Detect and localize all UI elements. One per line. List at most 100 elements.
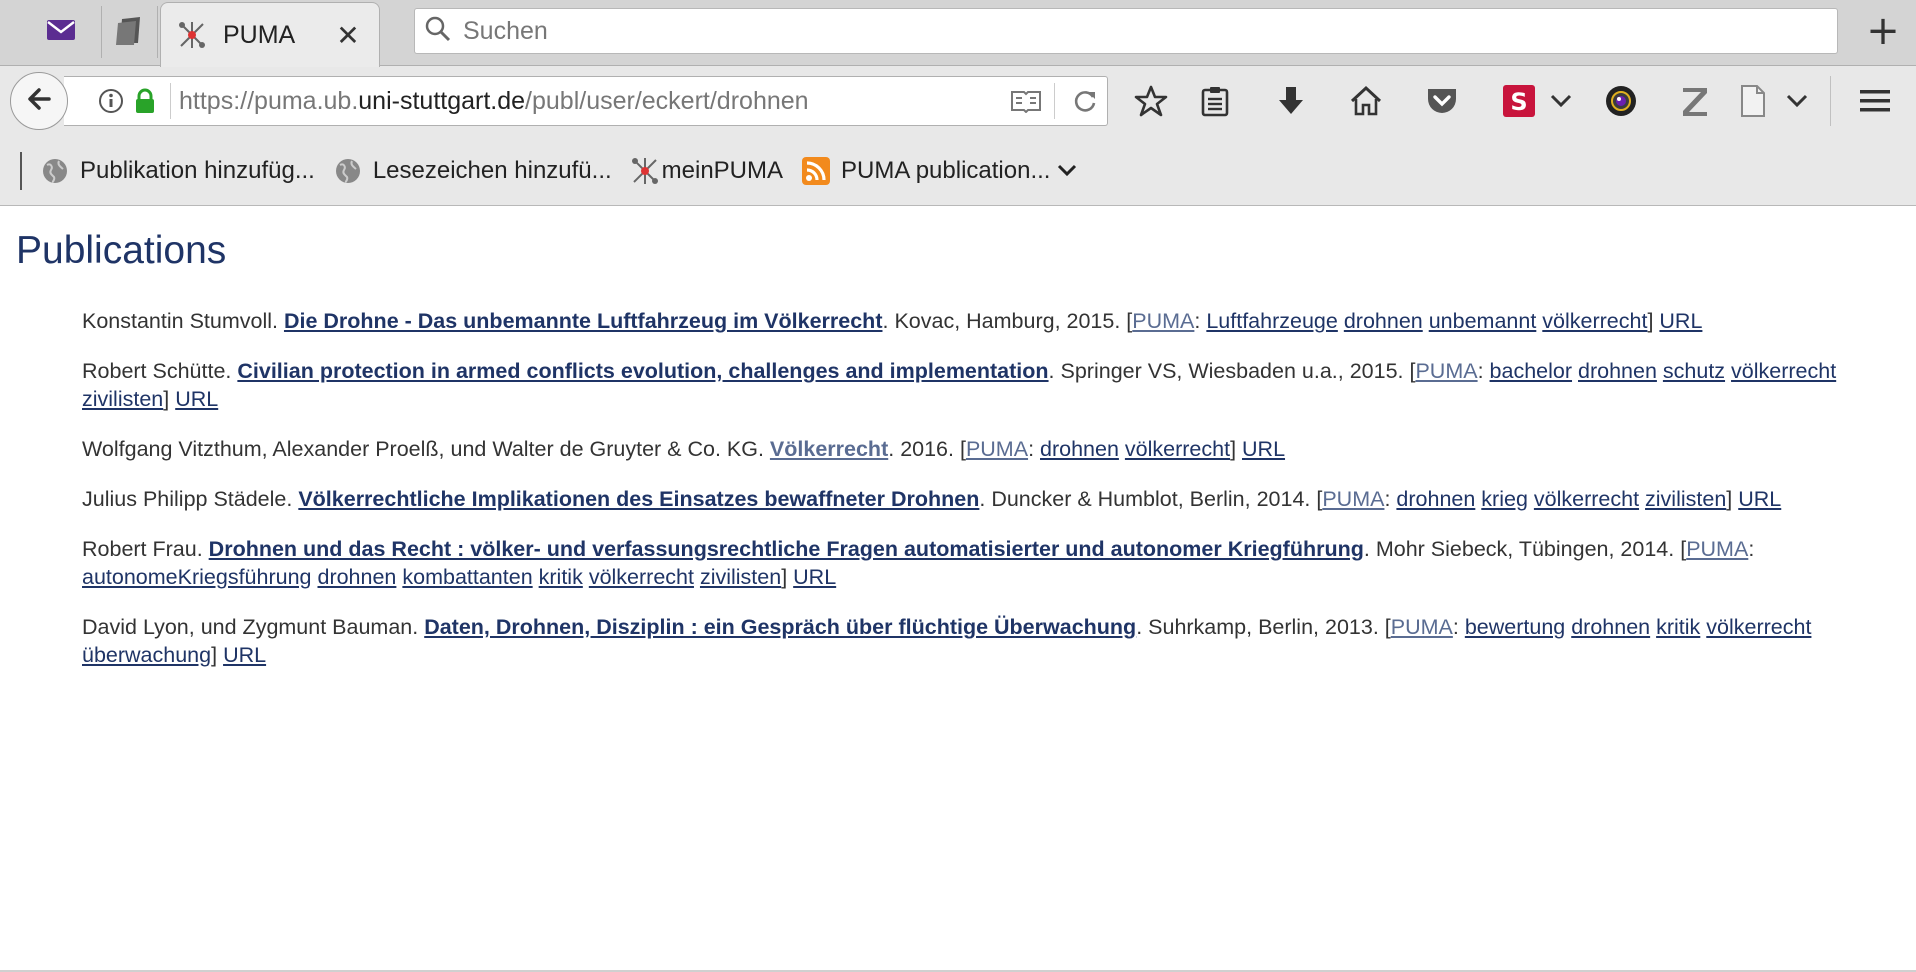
publication-title-link[interactable]: Völkerrechtliche Implikationen des Einsa…	[298, 487, 979, 511]
search-icon	[425, 16, 451, 47]
puma-link[interactable]: PUMA	[1686, 537, 1748, 561]
tag-link[interactable]: drohnen	[317, 565, 396, 589]
bookmark-label: meinPUMA	[661, 157, 784, 184]
url-link[interactable]: URL	[793, 565, 836, 589]
url-link[interactable]: URL	[175, 387, 218, 411]
puma-link[interactable]: PUMA	[1132, 309, 1194, 333]
bookmark-item[interactable]: meinPUMA	[630, 156, 783, 186]
tag-link[interactable]: völkerrecht	[1542, 309, 1647, 333]
chevron-down-icon[interactable]	[1056, 163, 1078, 179]
bookmarks-separator	[20, 152, 22, 190]
info-icon[interactable]	[94, 88, 128, 114]
lock-icon[interactable]	[128, 88, 162, 114]
publication-publisher: 2016. [	[900, 437, 966, 461]
publication-authors: Julius Philipp Städele.	[82, 487, 299, 511]
puma-link[interactable]: PUMA	[966, 437, 1028, 461]
publication-item: Robert Frau. Drohnen und das Recht : völ…	[82, 537, 1755, 589]
tag-link[interactable]: zivilisten	[700, 565, 781, 589]
tag-link[interactable]: völkerrecht	[589, 565, 694, 589]
puma-icon	[630, 156, 660, 186]
publication-title-link[interactable]: Daten, Drohnen, Disziplin : ein Gespräch…	[424, 615, 1136, 639]
home-icon[interactable]	[1345, 80, 1387, 122]
saver-extension-icon[interactable]: S	[1498, 80, 1540, 122]
publication-title-link[interactable]: Civilian protection in armed conflicts e…	[237, 359, 1048, 383]
url-bar[interactable]: https://puma.ub.uni-stuttgart.de/publ/us…	[64, 76, 1108, 126]
publication-item: Konstantin Stumvoll. Die Drohne - Das un…	[82, 309, 1703, 333]
tag-link[interactable]: kombattanten	[402, 565, 532, 589]
publication-authors: Wolfgang Vitzthum, Alexander Proelß, und…	[82, 437, 770, 461]
puma-link[interactable]: PUMA	[1391, 615, 1453, 639]
tag-link[interactable]: drohnen	[1396, 487, 1475, 511]
bookmarks-toolbar: Publikation hinzufüg... Lesezeichen hinz…	[0, 144, 1916, 198]
mail-icon	[46, 18, 76, 47]
publication-title-link[interactable]: Drohnen und das Recht : völker- und verf…	[209, 537, 1364, 561]
search-placeholder: Suchen	[463, 16, 548, 45]
tag-link[interactable]: völkerrecht	[1706, 615, 1811, 639]
url-link[interactable]: URL	[1659, 309, 1702, 333]
puma-link[interactable]: PUMA	[1322, 487, 1384, 511]
pinned-tab-page[interactable]	[102, 6, 158, 58]
back-button[interactable]	[10, 72, 68, 130]
publication-publisher: Kovac, Hamburg, 2015. [	[894, 309, 1133, 333]
tag-link[interactable]: völkerrecht	[1534, 487, 1639, 511]
search-input[interactable]: Suchen	[414, 8, 1838, 54]
tag-link[interactable]: drohnen	[1344, 309, 1423, 333]
reader-view-icon[interactable]	[1006, 89, 1046, 113]
publication-list: Konstantin Stumvoll. Die Drohne - Das un…	[82, 307, 1872, 691]
puma-icon	[177, 20, 207, 50]
pocket-icon[interactable]	[1421, 80, 1463, 122]
rss-icon	[801, 156, 831, 186]
bookmark-label: PUMA publication...	[841, 157, 1051, 184]
tag-link[interactable]: überwachung	[82, 643, 211, 667]
url-path: /publ/user/eckert/drohnen	[525, 86, 809, 115]
pinned-tab-mail[interactable]	[20, 6, 102, 58]
chevron-down-icon[interactable]	[1542, 80, 1580, 122]
tag-link[interactable]: drohnen	[1040, 437, 1119, 461]
publication-title-link[interactable]: Völkerrecht	[770, 437, 888, 461]
tag-link[interactable]: schutz	[1663, 359, 1725, 383]
url-prefix: https://puma.ub.	[179, 86, 359, 115]
bookmark-item[interactable]: PUMA publication...	[801, 156, 1078, 186]
tag-link[interactable]: bewertung	[1465, 615, 1565, 639]
tag-link[interactable]: drohnen	[1578, 359, 1657, 383]
page-save-icon[interactable]	[1732, 80, 1774, 122]
url-text[interactable]: https://puma.ub.uni-stuttgart.de/publ/us…	[179, 87, 1006, 116]
bookmark-star-icon[interactable]	[1130, 80, 1172, 122]
hamburger-menu-icon[interactable]	[1854, 80, 1896, 122]
puma-link[interactable]: PUMA	[1415, 359, 1477, 383]
publication-item: Robert Schütte. Civilian protection in a…	[82, 359, 1837, 411]
tag-link[interactable]: kritik	[539, 565, 583, 589]
url-link[interactable]: URL	[1738, 487, 1781, 511]
close-icon[interactable]: ✕	[333, 19, 363, 52]
tag-link[interactable]: krieg	[1481, 487, 1528, 511]
download-icon[interactable]	[1270, 80, 1312, 122]
tag-link[interactable]: drohnen	[1571, 615, 1650, 639]
tag-link[interactable]: bachelor	[1490, 359, 1572, 383]
tag-link[interactable]: zivilisten	[82, 387, 163, 411]
bookmark-item[interactable]: Lesezeichen hinzufü...	[333, 156, 612, 186]
tag-link[interactable]: autonomeKriegsführung	[82, 565, 312, 589]
publication-publisher: Mohr Siebeck, Tübingen, 2014. [	[1375, 537, 1687, 561]
zotero-icon[interactable]	[1674, 80, 1716, 122]
tag-link[interactable]: kritik	[1656, 615, 1700, 639]
reload-separator	[1054, 83, 1055, 119]
new-tab-button[interactable]: +	[1860, 8, 1906, 56]
tab-puma[interactable]: PUMA ✕	[160, 2, 380, 67]
publication-authors: Robert Schütte.	[82, 359, 238, 383]
tag-link[interactable]: unbemannt	[1429, 309, 1537, 333]
browser-chrome: PUMA ✕ Suchen + https://puma.ub.uni-stut…	[0, 0, 1916, 206]
bookmark-item[interactable]: Publikation hinzufüg...	[40, 156, 315, 186]
tag-link[interactable]: völkerrecht	[1125, 437, 1230, 461]
url-link[interactable]: URL	[1242, 437, 1285, 461]
url-link[interactable]: URL	[223, 643, 266, 667]
bookmarks-menu-icon[interactable]	[1194, 80, 1236, 122]
url-domain: uni-stuttgart.de	[358, 86, 526, 115]
publication-title-link[interactable]: Die Drohne - Das unbemannte Luftfahrzeug…	[284, 309, 883, 333]
svg-text:S: S	[1510, 88, 1527, 116]
chevron-down-icon[interactable]	[1778, 80, 1816, 122]
tag-link[interactable]: Luftfahrzeuge	[1206, 309, 1338, 333]
tag-link[interactable]: zivilisten	[1645, 487, 1726, 511]
camera-extension-icon[interactable]	[1600, 80, 1642, 122]
tag-link[interactable]: völkerrecht	[1731, 359, 1836, 383]
reload-icon[interactable]	[1063, 88, 1107, 114]
